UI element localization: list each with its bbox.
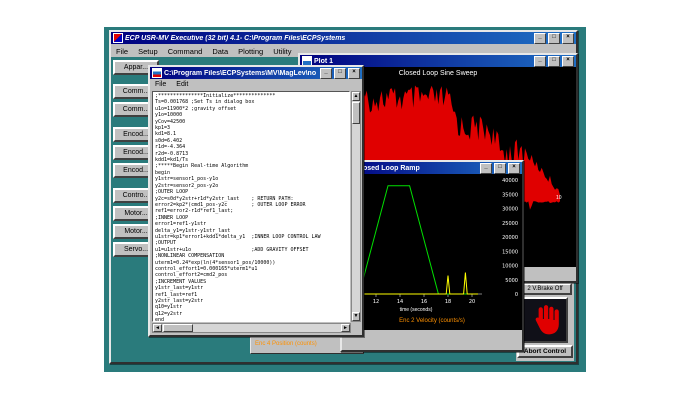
scroll-down-button[interactable]: ▼ — [352, 312, 360, 321]
code-text-area[interactable]: ;***************Initialize**************… — [152, 91, 350, 322]
desktop: ECP USR-MV Executive (32 bit) 4.1- C:\Pr… — [104, 27, 586, 372]
brake-toggle-button[interactable]: 2 V.Brake Off — [518, 283, 572, 295]
ramp-window-title: Closed Loop Ramp — [356, 164, 420, 172]
editor-menu-edit[interactable]: Edit — [171, 81, 193, 88]
y-tick-label: 40000 — [502, 178, 518, 184]
editor-window-icon[interactable] — [152, 68, 162, 78]
menu-setup[interactable]: Setup — [133, 47, 163, 56]
ramp-plot-area: 40000 35000 30000 25000 20000 15000 10000 5000 0… — [342, 174, 522, 330]
maximize-button[interactable]: □ — [334, 67, 346, 79]
scroll-thumb[interactable] — [352, 102, 360, 124]
x-tick-label: 14 — [397, 299, 403, 305]
menu-data[interactable]: Data — [207, 47, 233, 56]
plot1-window-title: Plot 1 — [314, 57, 334, 65]
algorithm-code: ;***************Initialize**************… — [155, 93, 321, 322]
x-tick-label: 12 — [373, 299, 379, 305]
ramp-bottom-strip — [342, 330, 522, 350]
y-tick-label: 35000 — [502, 192, 518, 198]
close-button[interactable]: × — [562, 32, 574, 44]
y-tick-label: 30000 — [502, 207, 518, 213]
safety-control-panel: 2 V.Brake Off Abort Control — [516, 279, 574, 361]
stop-hand-icon — [535, 305, 559, 335]
maximize-button[interactable]: □ — [548, 55, 560, 67]
close-button[interactable]: × — [562, 55, 574, 67]
y-tick-label: 0 — [515, 292, 518, 298]
y-tick-label: 15000 — [502, 249, 518, 255]
ramp-titlebar[interactable]: Closed Loop Ramp _ □ × — [342, 162, 522, 174]
enc2-velocity-legend: Enc 2 Velocity (counts/s) — [399, 318, 465, 324]
maximize-button[interactable]: □ — [548, 32, 560, 44]
position_ramp-trace — [352, 185, 478, 295]
close-button[interactable]: × — [348, 67, 360, 79]
editor-horizontal-scrollbar[interactable]: ◄ ► — [152, 323, 351, 333]
editor-menu-file[interactable]: File — [150, 81, 171, 88]
y-tick-label: 5000 — [505, 278, 518, 284]
ramp-x-axis-label: time (seconds) — [399, 307, 433, 313]
editor-window: C:\Program Files\ECPSystems\MV\MagLev\no… — [148, 65, 364, 337]
y-tick-label: 20000 — [502, 235, 518, 241]
menu-utility[interactable]: Utility — [268, 47, 296, 56]
menu-plotting[interactable]: Plotting — [233, 47, 268, 56]
abort-control-button[interactable]: Abort Control — [517, 345, 573, 358]
scroll-up-button[interactable]: ▲ — [352, 92, 360, 101]
editor-titlebar[interactable]: C:\Program Files\ECPSystems\MV\MagLev\no… — [150, 67, 362, 79]
scroll-right-button[interactable]: ► — [341, 324, 350, 332]
ramp-window: Closed Loop Ramp _ □ × 40000 35000 30000 25… — [340, 160, 524, 352]
x-tick-label: 16 — [421, 299, 427, 305]
editor-window-title: C:\Program Files\ECPSystems\MV\MagLev\no… — [164, 69, 316, 77]
emergency-stop-button[interactable] — [522, 297, 568, 343]
close-button[interactable]: × — [508, 162, 520, 174]
x-tick-label: 20 — [469, 299, 475, 305]
y-tick-label: 10000 — [502, 264, 518, 270]
sweep-x-tick-label: 10 — [556, 195, 562, 201]
main-window-title: ECP USR-MV Executive (32 bit) 4.1- C:\Pr… — [125, 34, 346, 42]
minimize-button[interactable]: _ — [534, 55, 546, 67]
maximize-button[interactable]: □ — [494, 162, 506, 174]
main-titlebar[interactable]: ECP USR-MV Executive (32 bit) 4.1- C:\Pr… — [111, 32, 576, 44]
app-icon[interactable] — [113, 33, 123, 43]
editor-vertical-scrollbar[interactable]: ▲ ▼ — [351, 91, 361, 322]
enc4-position-legend: Enc 4 Position (counts) — [255, 341, 317, 347]
menu-command[interactable]: Command — [163, 47, 208, 56]
scroll-left-button[interactable]: ◄ — [153, 324, 162, 332]
y-tick-label: 25000 — [502, 221, 518, 227]
x-tick-label: 18 — [445, 299, 451, 305]
scroll-thumb[interactable] — [163, 324, 193, 332]
minimize-button[interactable]: _ — [534, 32, 546, 44]
editor-menubar: File Edit — [150, 79, 362, 90]
minimize-button[interactable]: _ — [480, 162, 492, 174]
menu-file[interactable]: File — [111, 47, 133, 56]
minimize-button[interactable]: _ — [320, 67, 332, 79]
velocity-trace — [352, 272, 478, 295]
